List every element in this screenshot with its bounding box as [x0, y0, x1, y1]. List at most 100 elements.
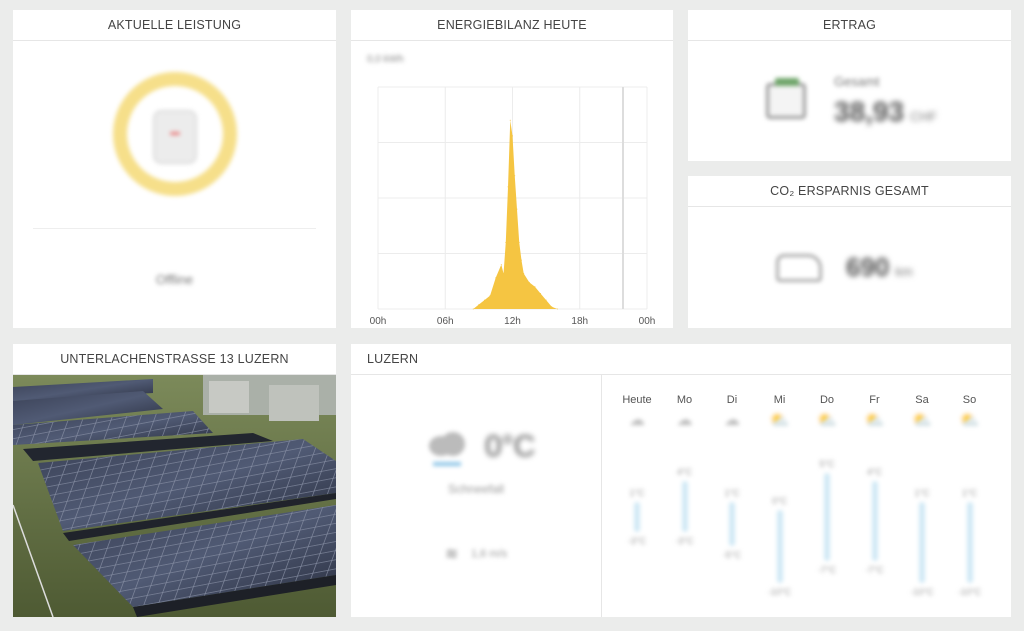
max-temperature: 1°C: [961, 488, 978, 499]
data-point: [551, 306, 553, 308]
card-title: CO₂ ERSPARNIS GESAMT: [688, 176, 1011, 207]
day-name: Fr: [869, 394, 880, 406]
day-name: Sa: [915, 394, 929, 406]
min-temperature: -3°C: [627, 535, 647, 546]
x-tick-label: 00h: [370, 316, 387, 327]
sun-cloud-icon: ⛅: [817, 412, 837, 429]
data-point: [495, 277, 497, 279]
wallet-icon: [766, 78, 806, 119]
data-point: [507, 186, 509, 188]
data-point: [514, 175, 516, 177]
temperature-range-bar: [919, 502, 925, 583]
card-title: AKTUELLE LEISTUNG: [13, 10, 336, 41]
min-temperature: -10°C: [910, 586, 934, 597]
x-tick-label: 18h: [571, 316, 588, 327]
snow-cloud-icon: [429, 432, 465, 466]
ertrag-label: Gesamt: [834, 74, 880, 89]
card-anlage-foto: UNTERLACHENSTRASSE 13 LUZERN: [13, 344, 336, 617]
current-temperature: 0°C: [485, 430, 536, 463]
forecast-day: Mi ⛅ 0°C -10°C: [760, 394, 800, 597]
wind-speed: 1,6 m/s: [471, 548, 508, 560]
data-point: [523, 272, 525, 274]
weather-condition: Schneefall: [447, 482, 505, 496]
data-point: [500, 264, 502, 266]
temperature-range-bar: [634, 502, 640, 532]
card-ertrag: ERTRAG Gesamt 38,93 CHF: [688, 10, 1011, 161]
x-tick-label: 12h: [504, 316, 521, 327]
co2-amount: 690: [846, 252, 890, 282]
temperature-range-bar: [871, 480, 878, 561]
cloud-icon: ☁: [676, 412, 693, 429]
temperature-range-bar: [824, 473, 830, 561]
card-title: UNTERLACHENSTRASSE 13 LUZERN: [13, 344, 336, 375]
temperature-range-bar: [776, 509, 783, 583]
temperature-range-bar: [681, 480, 688, 532]
min-temperature: -7°C: [817, 564, 837, 575]
max-temperature: 1°C: [914, 488, 930, 499]
min-temperature: -5°C: [722, 550, 742, 561]
data-point: [505, 241, 507, 243]
cloud-icon: ☁: [629, 412, 645, 429]
data-point: [512, 135, 513, 137]
data-point: [478, 304, 480, 306]
sun-cloud-icon: ⛅: [769, 412, 790, 429]
solar-panel-photo: [13, 375, 336, 617]
card-energiebilanz: ENERGIEBILANZ HEUTE 0,0 kWh 00h 06h 12h 18h…: [351, 10, 673, 328]
wind-icon: ≋: [445, 546, 459, 563]
day-name: Mo: [676, 394, 693, 406]
divider: [601, 375, 602, 617]
production-area: [473, 120, 558, 309]
sun-cloud-icon: ⛅: [959, 412, 980, 429]
max-temperature: 0°C: [771, 495, 788, 506]
forecast-day: Sa ⛅ 1°C -10°C: [902, 394, 942, 597]
max-temperature: 4°C: [866, 466, 883, 477]
card-title: ENERGIEBILANZ HEUTE: [351, 10, 673, 41]
day-name: Di: [726, 394, 738, 406]
day-name: Heute: [622, 394, 652, 406]
max-temperature: 4°C: [676, 466, 693, 477]
ertrag-currency: CHF: [910, 109, 937, 124]
card-title: LUZERN: [351, 344, 1011, 375]
data-point: [472, 308, 474, 310]
data-point: [483, 299, 485, 301]
data-point: [489, 295, 491, 297]
data-point: [545, 299, 547, 301]
min-temperature: -10°C: [957, 586, 982, 597]
data-point: [516, 208, 518, 210]
min-temperature: -3°C: [675, 535, 694, 546]
forecast-day: Do ⛅ 5°C -7°C: [807, 394, 847, 575]
data-point: [534, 286, 536, 288]
co2-unit: km: [895, 264, 913, 279]
status-text: Offline: [155, 272, 194, 287]
forecast-day: Heute ☁ 1°C -3°C: [617, 394, 657, 546]
data-point: [556, 308, 558, 310]
forecast-day: Mo ☁ 4°C -3°C: [665, 394, 705, 546]
co2-value: 690 km: [846, 252, 913, 283]
forecast-day: So ⛅ 1°C -10°C: [950, 394, 990, 597]
sun-cloud-icon: ⛅: [912, 412, 932, 429]
card-aktuelle-leistung: AKTUELLE LEISTUNG Offline: [13, 10, 336, 328]
data-point: [520, 259, 522, 261]
data-point: [509, 119, 511, 121]
x-tick-label: 00h: [639, 316, 656, 327]
min-temperature: -10°C: [767, 586, 792, 597]
car-icon: [776, 254, 822, 282]
forecast-day: Fr ⛅ 4°C -7°C: [855, 394, 895, 575]
data-point: [503, 272, 505, 274]
day-name: Mi: [773, 394, 786, 406]
energy-chart: 00h 06h 12h 18h 00h: [370, 86, 656, 327]
max-temperature: 1°C: [629, 488, 645, 499]
divider: [33, 228, 316, 229]
x-tick-label: 06h: [437, 316, 454, 327]
data-point: [518, 241, 520, 243]
cloud-icon: ☁: [724, 412, 740, 429]
temperature-range-bar: [729, 502, 735, 547]
day-name: So: [962, 394, 977, 406]
min-temperature: -7°C: [865, 564, 884, 575]
inverter-icon: [153, 110, 197, 164]
max-temperature: 1°C: [724, 488, 740, 499]
max-temperature: 5°C: [819, 459, 835, 470]
sun-cloud-icon: ⛅: [864, 412, 885, 429]
temperature-range-bar: [966, 502, 973, 583]
forecast-day: Di ☁ 1°C -5°C: [712, 394, 752, 560]
